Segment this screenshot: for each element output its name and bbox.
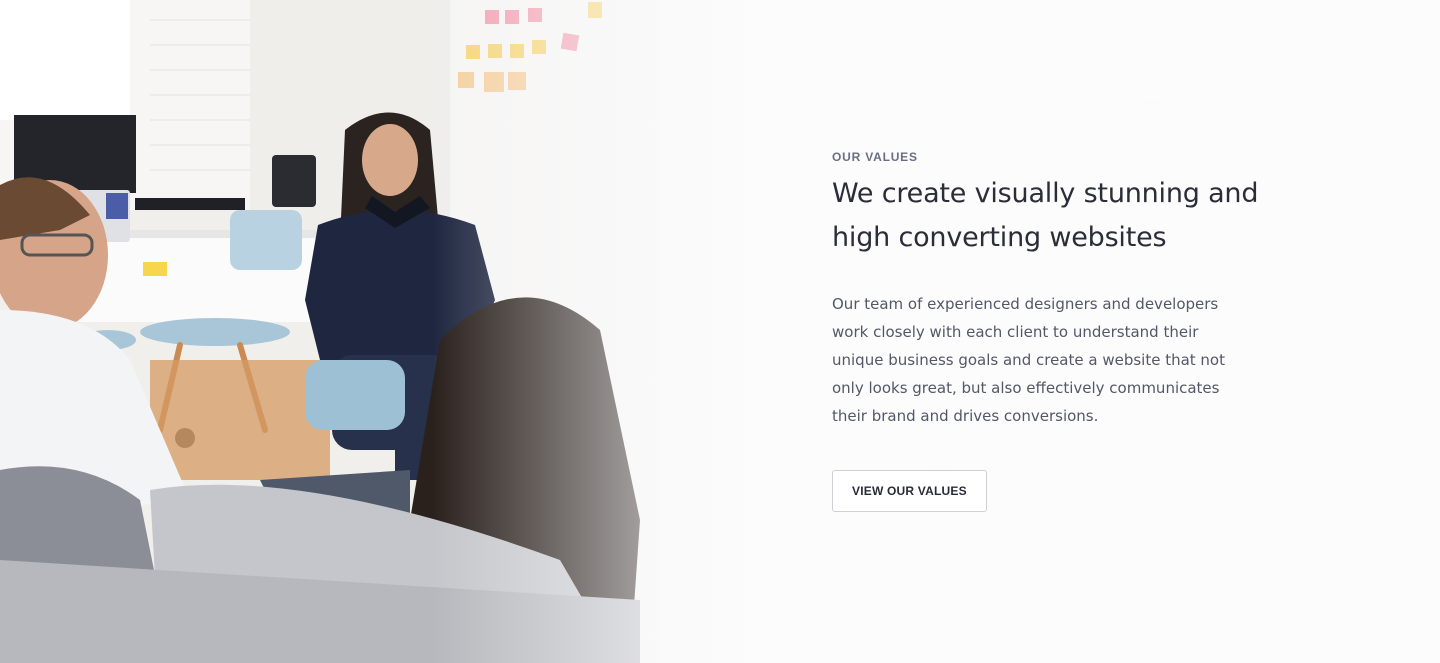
- section-description: Our team of experienced designers and de…: [832, 295, 1225, 425]
- view-our-values-button[interactable]: VIEW OUR VALUES: [832, 470, 987, 512]
- team-meeting-photo: [0, 0, 820, 663]
- values-hero-section: OUR VALUES We create visually stunning a…: [0, 0, 1440, 663]
- section-eyebrow: OUR VALUES: [832, 150, 918, 164]
- values-content: OUR VALUES We create visually stunning a…: [832, 150, 1262, 512]
- section-headline: We create visually stunning and high con…: [832, 178, 1259, 253]
